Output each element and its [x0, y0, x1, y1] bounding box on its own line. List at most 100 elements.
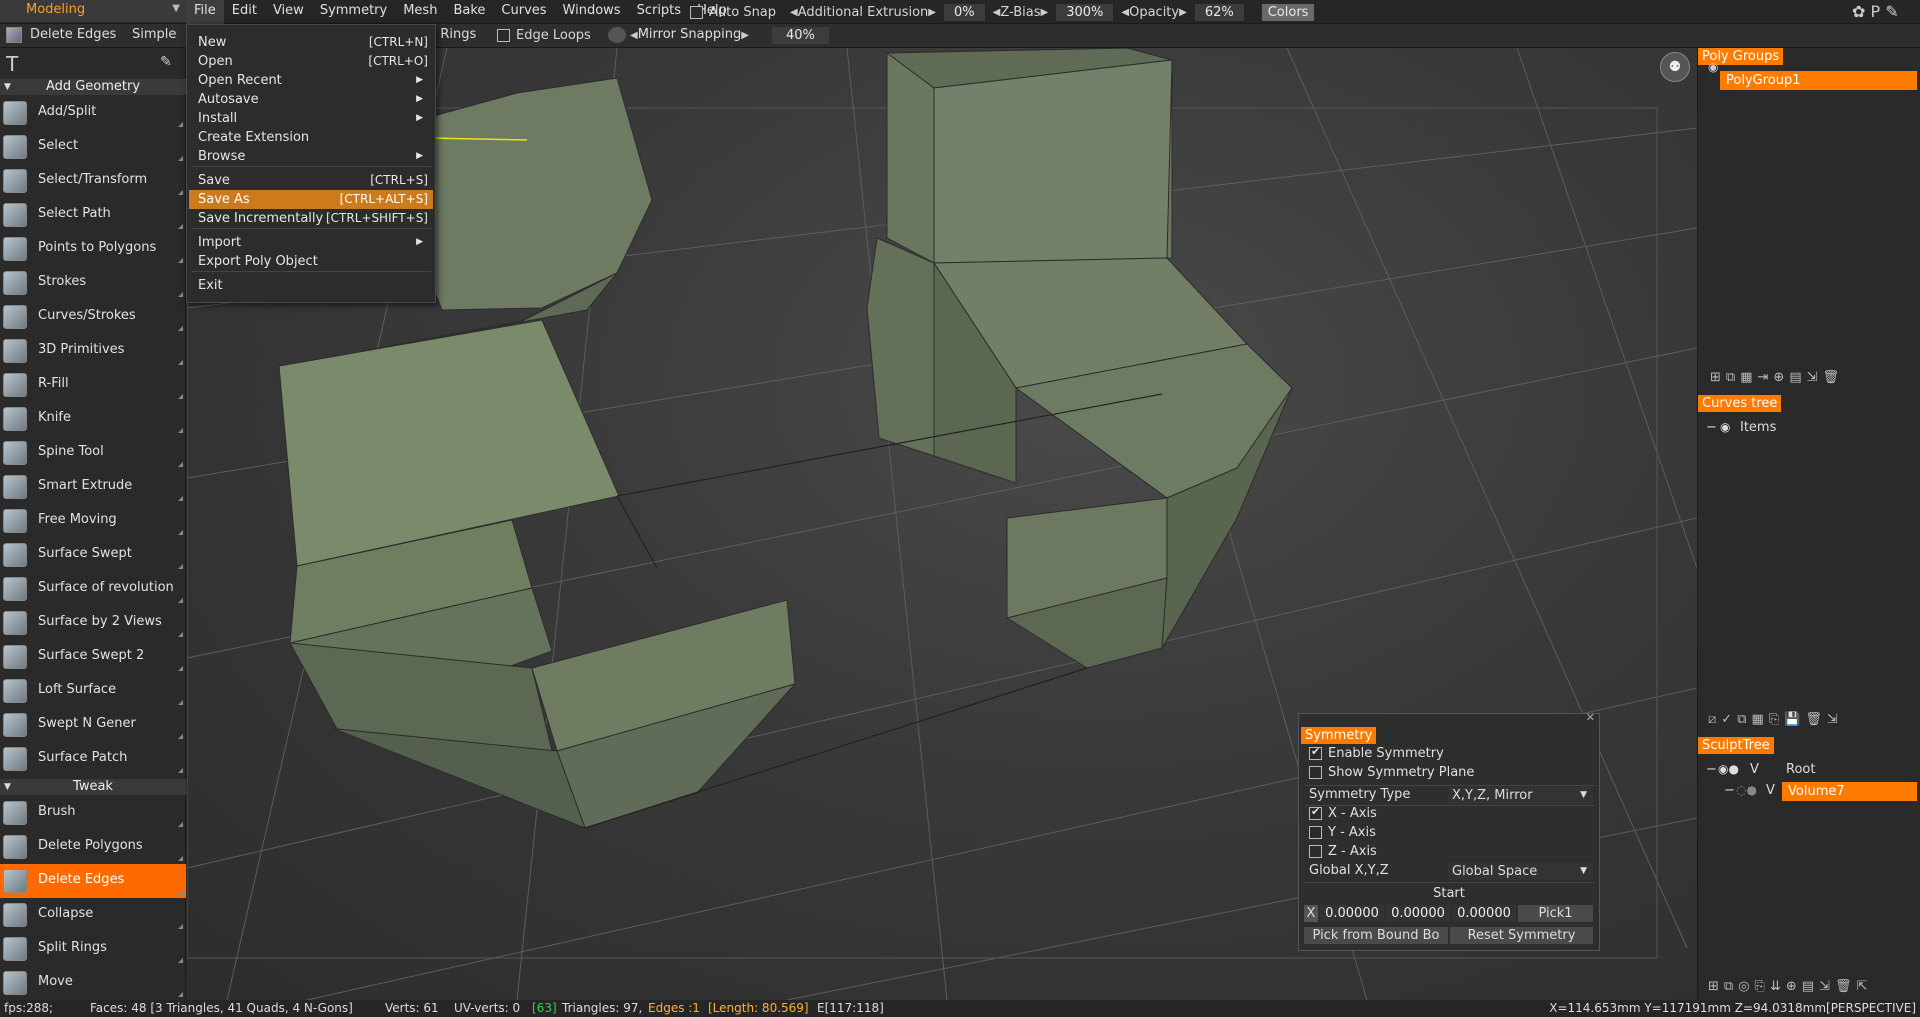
duplicate-icon[interactable]: ⧉: [1724, 979, 1733, 997]
merge-icon[interactable]: ⇥: [1758, 370, 1769, 388]
curves-items-label[interactable]: Items: [1740, 420, 1776, 435]
start-z-input[interactable]: 0.00000: [1452, 905, 1516, 922]
increase-icon[interactable]: ▶: [1179, 7, 1187, 18]
eye-icon[interactable]: ◉: [1708, 60, 1718, 74]
menu-curves[interactable]: Curves: [493, 0, 554, 24]
x-toggle-button[interactable]: X: [1304, 905, 1318, 922]
edge-loops-checkbox[interactable]: [497, 29, 510, 42]
export-icon[interactable]: ⇲: [1807, 370, 1818, 388]
save-icon[interactable]: 💾: [1784, 712, 1800, 730]
eye-icon[interactable]: ◉: [1720, 420, 1730, 434]
z-axis-checkbox[interactable]: [1309, 845, 1322, 858]
tool-select[interactable]: Select: [0, 130, 186, 164]
tool-surface-swept-2[interactable]: Surface Swept 2: [0, 640, 186, 674]
hidden-eye-icon[interactable]: ◌●: [1736, 783, 1757, 797]
tool-smart-extrude[interactable]: Smart Extrude: [0, 470, 186, 504]
tool-surface-swept[interactable]: Surface Swept: [0, 538, 186, 572]
duplicate-icon[interactable]: ⧉: [1726, 370, 1735, 388]
tool-knife[interactable]: Knife: [0, 402, 186, 436]
room-selector[interactable]: Modeling ▼: [0, 0, 186, 22]
sculpt-root-label[interactable]: Root: [1786, 762, 1815, 777]
duplicate-icon[interactable]: ⧉: [1737, 712, 1746, 730]
section-add-geometry[interactable]: ▼ Add Geometry: [0, 79, 186, 95]
curves-tree-title[interactable]: Curves tree: [1698, 395, 1782, 412]
increase-icon[interactable]: ▶: [1041, 7, 1049, 18]
mirror-snapping-value[interactable]: 40%: [772, 27, 829, 44]
tool-add-split[interactable]: Add/Split: [0, 96, 186, 130]
voxel-mode-label[interactable]: V: [1750, 762, 1759, 777]
decrease-icon[interactable]: ◀: [630, 30, 638, 41]
section-tweak[interactable]: ▼ Tweak: [0, 779, 186, 795]
symmetry-title[interactable]: Symmetry: [1301, 727, 1377, 744]
enable-symmetry-checkbox[interactable]: [1309, 745, 1322, 760]
table-icon[interactable]: ▤: [1802, 979, 1814, 997]
paint-palette-icon[interactable]: ✿ P ✎: [1852, 2, 1912, 22]
tool-points-to-polygons[interactable]: Points to Polygons: [0, 232, 186, 266]
sphere-icon[interactable]: ◎: [1738, 979, 1749, 997]
collapse-icon[interactable]: −: [1706, 420, 1717, 435]
file-menu-browse[interactable]: Browse ▶: [189, 147, 433, 166]
delete-icon[interactable]: 🗑: [1805, 712, 1822, 730]
grid-icon[interactable]: ▦: [1740, 370, 1752, 388]
poly-group-item[interactable]: PolyGroup1: [1720, 71, 1917, 90]
file-menu-autosave[interactable]: Autosave ▶: [189, 90, 433, 109]
check-icon[interactable]: ✓: [1721, 712, 1732, 730]
file-menu-save-as[interactable]: Save As [CTRL+ALT+S]: [189, 190, 433, 209]
auto-snap-checkbox[interactable]: [690, 5, 703, 19]
mode-label[interactable]: Simple: [132, 27, 176, 42]
colors-button[interactable]: Colors: [1261, 3, 1315, 21]
tool-brush[interactable]: Brush: [0, 796, 186, 830]
camera-icon[interactable]: ⚉: [1660, 52, 1690, 82]
z-bias-value[interactable]: 300%: [1056, 3, 1114, 21]
target-icon[interactable]: ⊕: [1786, 979, 1797, 997]
tool-split-rings[interactable]: Split Rings: [0, 932, 186, 966]
symmetry-type-select[interactable]: X,Y,Z, Mirror ▼: [1448, 787, 1593, 804]
add-icon[interactable]: ⊞: [1708, 979, 1719, 997]
start-x-input[interactable]: 0.00000: [1320, 905, 1384, 922]
file-menu-export-poly-object[interactable]: Export Poly Object: [189, 252, 433, 271]
tool-delete-edges[interactable]: Delete Edges: [0, 864, 186, 898]
file-menu-save-incrementally[interactable]: Save Incrementally [CTRL+SHIFT+S]: [189, 209, 433, 228]
tool-loft-surface[interactable]: Loft Surface: [0, 674, 186, 708]
tool-curves-strokes[interactable]: Curves/Strokes: [0, 300, 186, 334]
voxel-mode-label[interactable]: V: [1766, 783, 1775, 798]
tool-move[interactable]: Move: [0, 966, 186, 1000]
tool-delete-polygons[interactable]: Delete Polygons: [0, 830, 186, 864]
collapse-icon[interactable]: −: [1724, 783, 1735, 798]
file-menu-install[interactable]: Install ▶: [189, 109, 433, 128]
tool-strokes[interactable]: Strokes: [0, 266, 186, 300]
additional-extrusion-value[interactable]: 0%: [944, 3, 985, 21]
menu-view[interactable]: View: [265, 0, 312, 24]
tool-swept-n-gener[interactable]: Swept N Gener: [0, 708, 186, 742]
eye-icon[interactable]: ◉●: [1718, 762, 1739, 776]
menu-edit[interactable]: Edit: [224, 0, 265, 24]
table-icon[interactable]: ▤: [1789, 370, 1801, 388]
import-icon[interactable]: ⇱: [1856, 979, 1867, 997]
decrease-icon[interactable]: ◀: [790, 7, 798, 18]
sculpt-volume-item[interactable]: Volume7: [1782, 782, 1917, 801]
menu-windows[interactable]: Windows: [555, 0, 629, 24]
start-y-input[interactable]: 0.00000: [1386, 905, 1450, 922]
collapse-icon[interactable]: −: [1706, 762, 1717, 777]
tool-3d-primitives[interactable]: 3D Primitives: [0, 334, 186, 368]
show-plane-checkbox[interactable]: [1309, 766, 1322, 779]
tool-r-fill[interactable]: R-Fill: [0, 368, 186, 402]
tool-spine-tool[interactable]: Spine Tool: [0, 436, 186, 470]
delete-icon[interactable]: 🗑: [1823, 370, 1840, 388]
delete-icon[interactable]: 🗑: [1835, 979, 1852, 997]
tool-surface-by-2-views[interactable]: Surface by 2 Views: [0, 606, 186, 640]
file-menu-open[interactable]: Open [CTRL+O]: [189, 52, 433, 71]
increase-icon[interactable]: ▶: [928, 7, 936, 18]
tool-select-path[interactable]: Select Path: [0, 198, 186, 232]
grid-icon[interactable]: ▦: [1751, 712, 1763, 730]
file-menu-new[interactable]: New [CTRL+N]: [189, 33, 433, 52]
tool-free-moving[interactable]: Free Moving: [0, 504, 186, 538]
menu-symmetry[interactable]: Symmetry: [312, 0, 395, 24]
menu-mesh[interactable]: Mesh: [395, 0, 445, 24]
opacity-value[interactable]: 62%: [1194, 3, 1244, 21]
file-menu-create-extension[interactable]: Create Extension: [189, 128, 433, 147]
close-icon[interactable]: ✕: [1586, 711, 1595, 724]
menu-scripts[interactable]: Scripts: [629, 0, 689, 24]
export-icon[interactable]: ⇲: [1819, 979, 1830, 997]
tool-surface-of-revolution[interactable]: Surface of revolution: [0, 572, 186, 606]
